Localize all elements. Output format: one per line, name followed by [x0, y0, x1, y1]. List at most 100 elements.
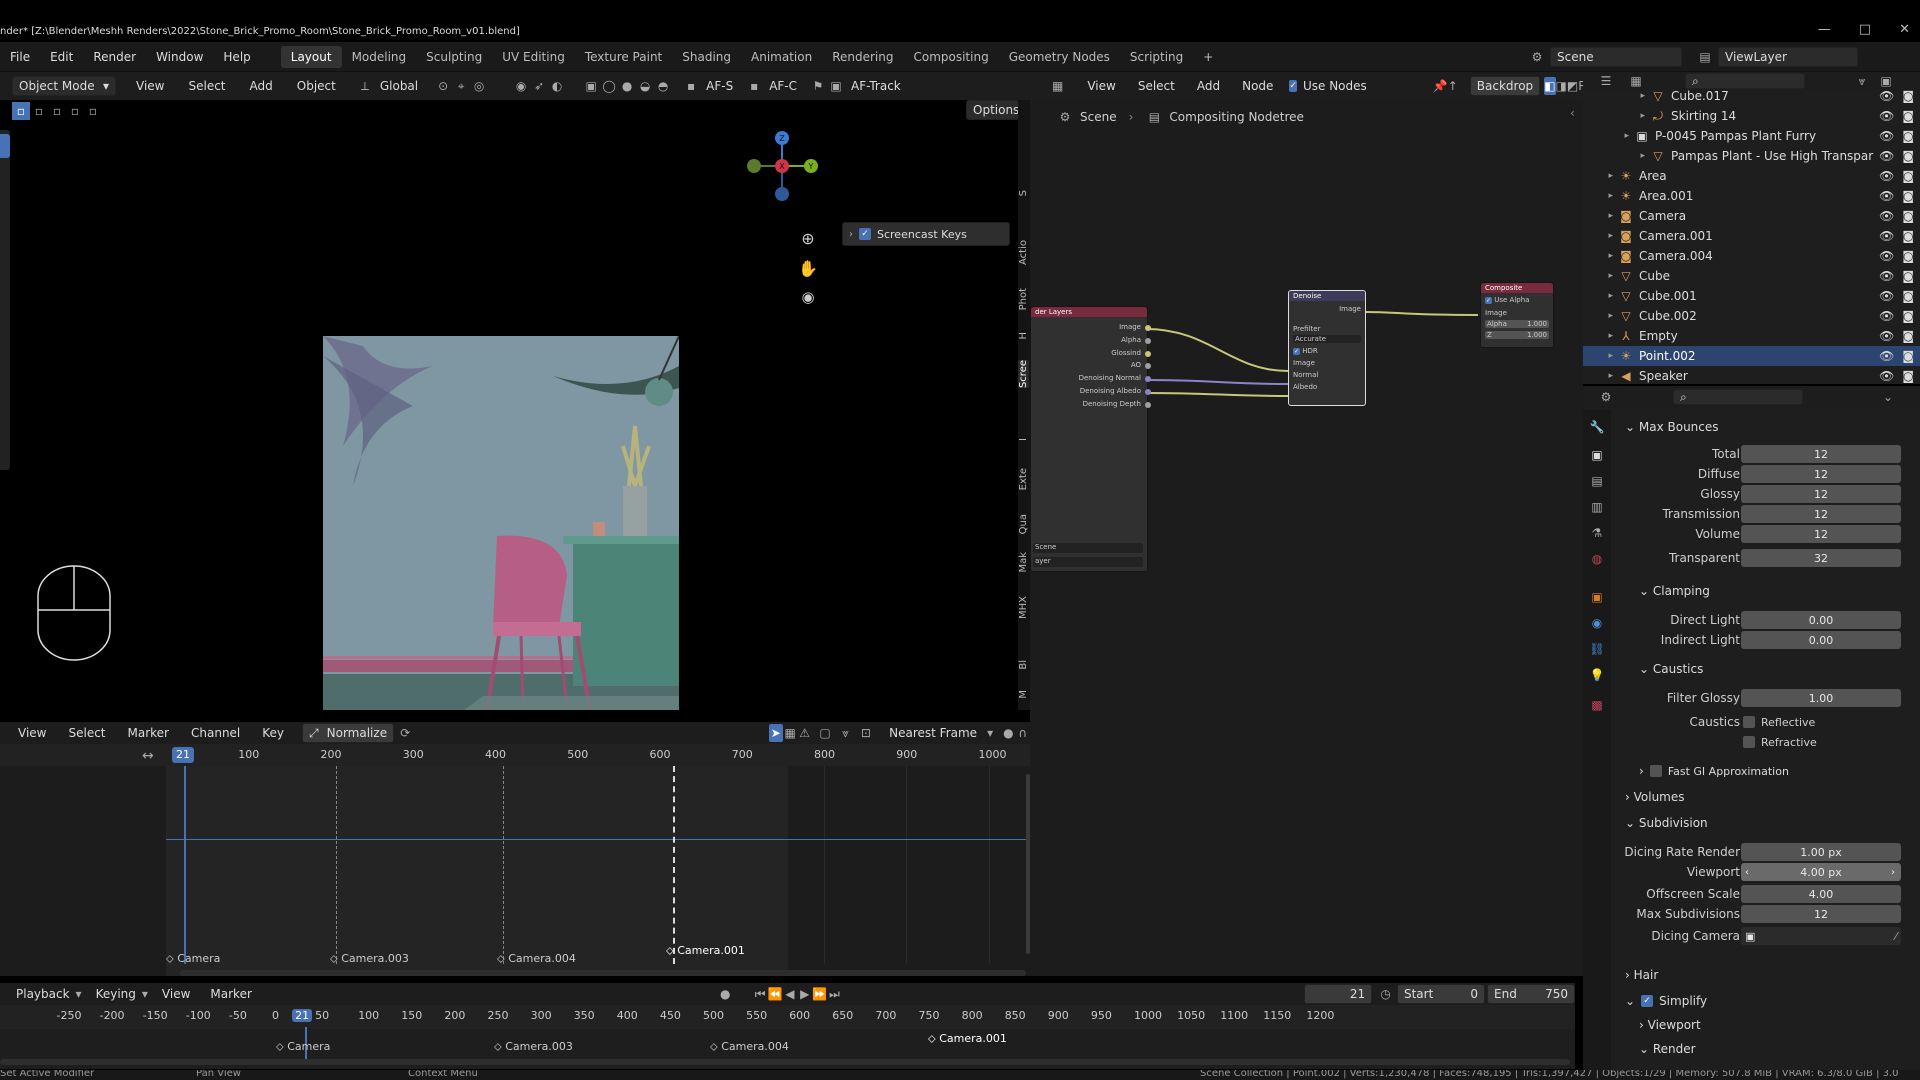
select-new-icon[interactable]: ▫	[12, 102, 30, 120]
node-menu-view[interactable]: View	[1081, 79, 1121, 93]
reflective-checkbox[interactable]	[1743, 716, 1755, 728]
render-camera-icon[interactable]: ◙	[1902, 289, 1914, 303]
wireframe-shading-icon[interactable]: ◯	[600, 77, 618, 95]
render-camera-icon[interactable]: ◙	[1902, 229, 1914, 243]
graph-menu-select[interactable]: Select	[62, 726, 111, 740]
properties-editor[interactable]: ⚙ ⌕ ⌄ 🔧 ▣ ▤ ▥ ⚗ ◍ ▣ ◉ ⛓ 💡 ▩ ⌄ Max Bounce…	[1583, 386, 1920, 1070]
eye-icon[interactable]: 👁	[1879, 289, 1894, 303]
decrement-arrow-icon[interactable]: ‹	[1745, 867, 1749, 878]
simplify-viewport-subsection[interactable]: › Viewport	[1639, 1018, 1701, 1032]
expand-arrow-icon[interactable]: ▸	[1583, 151, 1649, 161]
render-camera-icon[interactable]: ◙	[1902, 189, 1914, 203]
eye-icon[interactable]: 👁	[1879, 89, 1894, 103]
node-menu-node[interactable]: Node	[1236, 79, 1279, 93]
fast-gi-section[interactable]: › Fast GI Approximation	[1639, 764, 1789, 778]
prop-filter-glossy-value[interactable]: 1.00	[1741, 689, 1901, 707]
gizmo-toggle-icon[interactable]: ➶	[530, 77, 548, 95]
expand-arrow-icon[interactable]: ▸	[1583, 251, 1617, 261]
sidebar-tab-quad[interactable]: Qua	[1018, 514, 1029, 534]
timeline-menu-view[interactable]: View	[156, 987, 196, 1001]
outliner-row[interactable]: ▸ ☀ Area 👁 ◙	[1583, 166, 1920, 186]
graph-extra-icon[interactable]: ▢	[818, 724, 832, 742]
caustics-section[interactable]: ⌄ Caustics	[1639, 662, 1703, 676]
outliner-row[interactable]: ▸ ☀ Area.001 👁 ◙	[1583, 186, 1920, 206]
graph-marker-camera-004[interactable]: ⬦ Camera.004	[497, 952, 576, 966]
orientation-dropdown[interactable]: Global	[374, 79, 424, 93]
workspace-tab-rendering[interactable]: Rendering	[822, 50, 903, 64]
outliner-row[interactable]: ▸ ☀ Point.002 👁 ◙	[1583, 346, 1920, 366]
prop-offscreen-scale-value[interactable]: 4.00	[1741, 885, 1901, 903]
expand-arrow-icon[interactable]: ▸	[1583, 331, 1617, 341]
close-icon[interactable]: ✕	[1899, 22, 1910, 37]
render-camera-icon[interactable]: ◙	[1902, 269, 1914, 283]
outliner-row[interactable]: ▸ ◙ Camera 👁 ◙	[1583, 206, 1920, 226]
workspace-tab-layout[interactable]: Layout	[280, 45, 342, 68]
eye-icon[interactable]: 👁	[1879, 249, 1894, 263]
view-layer-selector[interactable]: ViewLayer	[1718, 47, 1858, 67]
workspace-tab-shading[interactable]: Shading	[672, 50, 741, 64]
outliner-row[interactable]: ▸ ▣ P-0045 Pampas Plant Furry 👁 ◙	[1583, 126, 1920, 146]
normalize-toggle[interactable]: ⤢ Normalize	[302, 723, 395, 743]
use-nodes-checkbox[interactable]: ✓	[1289, 80, 1297, 92]
eye-icon[interactable]: 👁	[1879, 329, 1894, 343]
scene-selector[interactable]: Scene	[1550, 47, 1682, 67]
denoise-node[interactable]: Denoise Image Prefilter Accurate ✓ HDR I…	[1288, 290, 1366, 406]
backdrop-channels-icon[interactable]: ◧	[1544, 77, 1556, 95]
pivot-icon[interactable]: ⊙	[434, 77, 452, 95]
graph-marker-camera-003[interactable]: ⬦ Camera.003	[330, 952, 409, 966]
eye-icon[interactable]: 👁	[1879, 209, 1894, 223]
render-layers-header[interactable]: der Layers	[1031, 307, 1147, 317]
warning-icon[interactable]: ⚠	[797, 724, 811, 742]
eye-icon[interactable]: 👁	[1879, 349, 1894, 363]
sidebar-tab-screencast[interactable]: Scree	[1018, 360, 1029, 389]
composite-node[interactable]: Composite ✓ Use Alpha Image Alpha 1.000 Z…	[1480, 282, 1554, 348]
hair-section[interactable]: › Hair	[1625, 968, 1658, 982]
options-dropdown[interactable]: Options▾	[966, 100, 1018, 120]
workspace-tab-uv-editing[interactable]: UV Editing	[492, 50, 575, 64]
eyedropper-icon[interactable]: ⁄	[1895, 930, 1897, 943]
clamping-section[interactable]: ⌄ Clamping	[1639, 584, 1710, 598]
select-invert-icon[interactable]: ▫	[66, 102, 84, 120]
expand-arrow-icon[interactable]: ▸	[1583, 291, 1617, 301]
next-keyframe-icon[interactable]: ⏩	[812, 985, 827, 1003]
graph-playhead[interactable]	[184, 766, 186, 964]
render-camera-icon[interactable]: ◙	[1902, 149, 1914, 163]
xray-icon[interactable]: ▣	[582, 77, 600, 95]
output-socket[interactable]	[1145, 388, 1151, 395]
graph-current-frame[interactable]: 21	[172, 747, 194, 763]
editor-type-icon[interactable]: ⚙	[1597, 388, 1615, 406]
workspace-tab-geometry-nodes[interactable]: Geometry Nodes	[999, 50, 1120, 64]
workspace-tab-compositing[interactable]: Compositing	[903, 50, 998, 64]
cursor-tool-icon[interactable]: ➤	[768, 724, 783, 742]
backdrop-zoom-icon[interactable]: ◩	[1567, 77, 1578, 95]
render-camera-icon[interactable]: ◙	[1902, 129, 1914, 143]
af-track-checkbox-icon[interactable]: ▣	[827, 77, 845, 95]
render-layers-scene-field[interactable]: Scene	[1033, 543, 1143, 553]
parent-node-icon[interactable]: ↑	[1448, 77, 1458, 95]
maximize-icon[interactable]: □	[1859, 22, 1871, 37]
material-shading-icon[interactable]: ◒	[636, 77, 654, 95]
screencast-checkbox[interactable]: ✓	[859, 228, 871, 240]
sidebar-tab-h[interactable]: H	[1018, 332, 1029, 340]
prop-diffuse-value[interactable]: 12	[1741, 465, 1901, 483]
sidebar-tab-action[interactable]: Actio	[1018, 240, 1029, 265]
chevron-down-icon[interactable]: ⌄	[1879, 388, 1897, 406]
horizontal-scroll-icon[interactable]: ↔	[142, 748, 154, 764]
workspace-tab-texture-paint[interactable]: Texture Paint	[575, 50, 672, 64]
tool-tab-icon[interactable]: 🔧	[1588, 418, 1606, 436]
composite-header[interactable]: Composite	[1481, 283, 1553, 293]
sidebar-tab-bl[interactable]: Bl	[1018, 660, 1029, 670]
af-c-button[interactable]: AF-C	[763, 79, 803, 93]
play-reverse-icon[interactable]: ◀	[782, 985, 797, 1003]
sidebar-tab-m[interactable]: M	[1018, 690, 1029, 699]
expand-arrow-icon[interactable]: ▸	[1583, 111, 1649, 121]
graph-horizontal-scrollbar[interactable]	[180, 970, 1026, 976]
menu-render[interactable]: Render	[83, 50, 146, 64]
sidebar-tab-i[interactable]: I	[1018, 438, 1029, 441]
eye-icon[interactable]: 👁	[1879, 309, 1894, 323]
output-socket[interactable]	[1145, 401, 1151, 408]
snap-icon[interactable]: ⌖	[452, 77, 470, 95]
expand-arrow-icon[interactable]: ▸	[1583, 271, 1617, 281]
menu-edit[interactable]: Edit	[40, 50, 83, 64]
object-tab-icon[interactable]: ▣	[1588, 588, 1606, 606]
